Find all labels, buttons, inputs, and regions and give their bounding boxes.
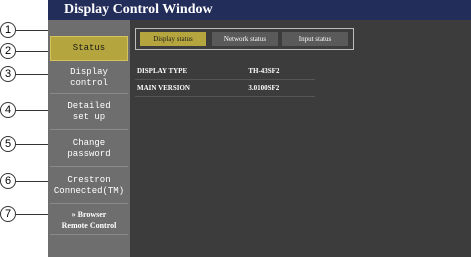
tab-network-status[interactable]: Network status [212,32,278,46]
window-title: Display Control Window [48,0,471,20]
sidebar-item-browser-remote-control[interactable]: » Browser Remote Control [50,205,128,235]
sidebar: Status Display control Detailed set up C… [48,20,130,257]
callout-7: 7 [0,206,16,222]
callout-4-leader [16,110,50,111]
tab-input-status[interactable]: Input status [282,32,348,46]
callout-1: 1 [0,22,16,38]
table-row: MAIN VERSION 3.0100SF2 [135,79,315,97]
sidebar-item-change-password[interactable]: Change password [50,131,128,167]
callout-4: 4 [0,102,16,118]
callout-6-leader [16,181,50,182]
callout-2: 2 [0,43,16,59]
main-version-label: MAIN VERSION [135,79,247,97]
callout-5-leader [16,144,50,145]
tab-display-status[interactable]: Display status [140,32,206,46]
callout-6: 6 [0,173,16,189]
sidebar-item-status[interactable]: Status [50,36,128,61]
callout-7-leader [16,214,50,215]
status-tabs: Display status Network status Input stat… [135,28,354,50]
display-type-value: TH-43SF2 [246,63,315,80]
display-control-window: Display Control Window Status Display co… [48,0,471,257]
callout-5: 5 [0,136,16,152]
callout-3-leader [16,74,50,75]
display-type-label: DISPLAY TYPE [135,63,247,80]
callout-2-leader [16,51,50,52]
status-table: DISPLAY TYPE TH-43SF2 MAIN VERSION 3.010… [135,63,315,97]
table-row: DISPLAY TYPE TH-43SF2 [135,63,315,80]
main-panel: Display status Network status Input stat… [130,20,471,257]
sidebar-item-detailed-set-up[interactable]: Detailed set up [50,95,128,130]
callout-3: 3 [0,66,16,82]
sidebar-item-crestron-connected[interactable]: Crestron Connected(TM) [50,168,128,204]
main-version-value: 3.0100SF2 [246,79,315,97]
sidebar-item-display-control[interactable]: Display control [50,62,128,94]
